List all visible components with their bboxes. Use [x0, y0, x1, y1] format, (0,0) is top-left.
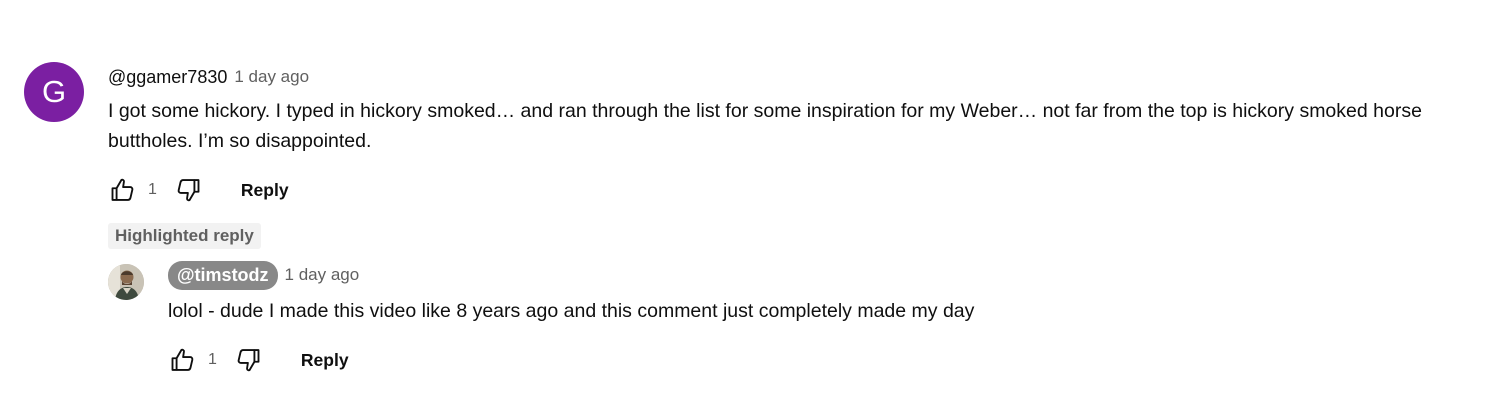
comment-body: @ggamer7830 1 day ago I got some hickory…: [108, 62, 1478, 210]
highlighted-reply-badge: Highlighted reply: [108, 223, 261, 249]
profile-photo-icon: [108, 264, 144, 300]
avatar[interactable]: [108, 264, 144, 300]
thumbs-up-icon: [171, 348, 194, 371]
reply-button[interactable]: Reply: [241, 180, 289, 201]
thumbs-down-icon: [177, 179, 200, 202]
like-count: 1: [208, 351, 217, 368]
dislike-button[interactable]: [233, 345, 263, 375]
like-count: 1: [148, 181, 157, 198]
like-button[interactable]: [108, 175, 138, 205]
reply-author-chip[interactable]: @timstodz: [168, 260, 278, 290]
dislike-button[interactable]: [173, 175, 203, 205]
reply-body: @timstodz 1 day ago lolol - dude I made …: [168, 260, 1368, 380]
avatar[interactable]: G: [24, 62, 84, 122]
reply-button[interactable]: Reply: [301, 350, 349, 371]
thumbs-down-icon: [237, 349, 260, 372]
like-button[interactable]: [168, 345, 198, 375]
reply-time[interactable]: 1 day ago: [285, 265, 360, 285]
reply-actions: 1 Reply: [168, 340, 1368, 380]
thumbs-up-icon: [111, 178, 134, 201]
avatar-letter: G: [41, 74, 67, 109]
comment-actions: 1 Reply: [108, 170, 1478, 210]
reply-header: @timstodz 1 day ago: [168, 260, 1368, 290]
comment-text: I got some hickory. I typed in hickory s…: [108, 100, 1422, 152]
comment-author[interactable]: @ggamer7830: [108, 67, 227, 88]
comment-header: @ggamer7830 1 day ago: [108, 62, 1478, 92]
comment-time[interactable]: 1 day ago: [234, 67, 309, 87]
reply-text: lolol - dude I made this video like 8 ye…: [168, 300, 975, 322]
